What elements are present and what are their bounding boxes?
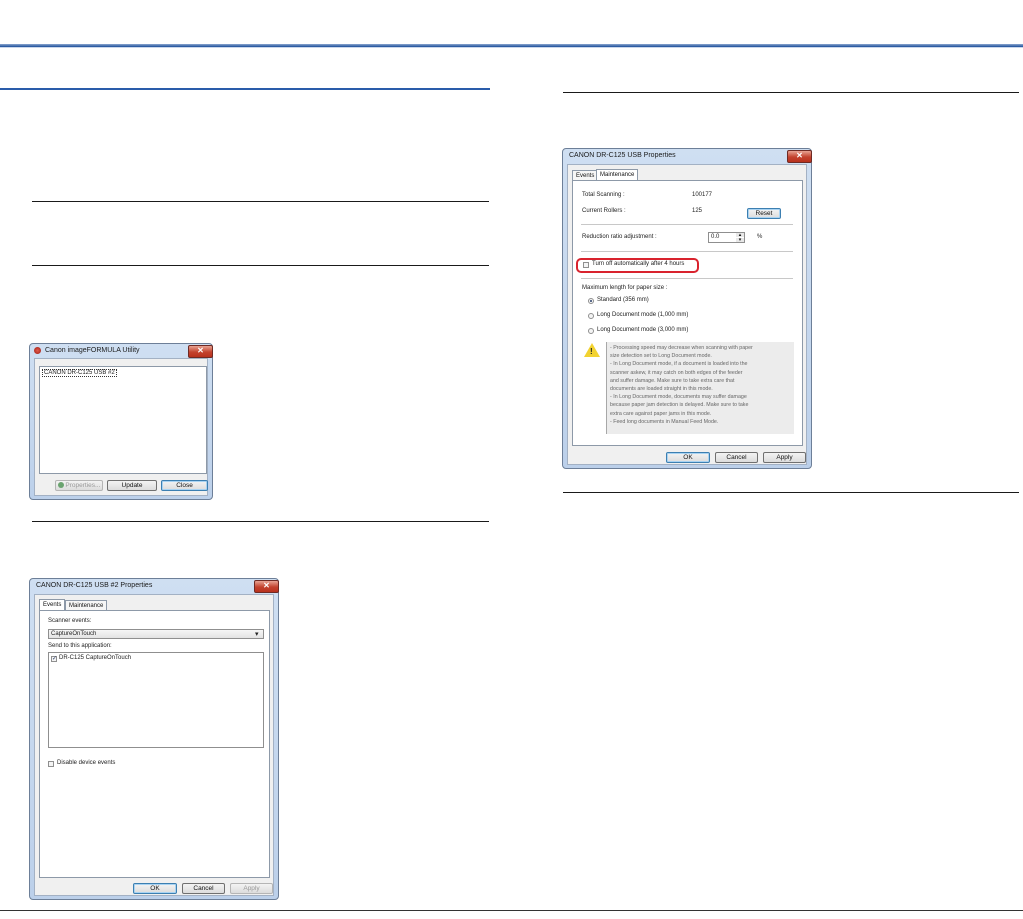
current-rollers-label: Current Rollers : (582, 208, 626, 214)
app-logo-icon (34, 347, 41, 354)
apply-button[interactable]: Apply (763, 452, 806, 463)
warning-line: - Processing speed may decrease when sca… (610, 345, 753, 351)
divider (563, 92, 1019, 93)
application-list[interactable]: ✓ DR-C125 CaptureOnTouch (48, 652, 264, 748)
current-rollers-value: 125 (692, 208, 703, 214)
ok-button[interactable]: OK (133, 883, 177, 894)
close-button[interactable]: Close (161, 480, 208, 491)
paper-option-label: Standard (356 mm) (597, 297, 649, 303)
warning-line: because paper jam detection is delayed. … (610, 402, 749, 409)
divider (563, 492, 1019, 493)
close-icon[interactable]: ✕ (787, 150, 812, 163)
tab-panel: Total Scanning : 100177 Current Rollers … (572, 180, 803, 446)
paper-option-label: Long Document mode (1,000 mm) (597, 312, 689, 318)
disable-events-label: Disable device events (57, 760, 116, 766)
events-properties-window: CANON DR-C125 USB #2 Properties ✕ Events… (29, 578, 279, 900)
close-icon[interactable]: ✕ (254, 580, 279, 593)
window-title: CANON DR-C125 USB #2 Properties (36, 582, 153, 589)
apply-button[interactable]: Apply (230, 883, 273, 894)
long-3000-radio[interactable] (588, 328, 594, 334)
warning-line: - Feed long documents in Manual Feed Mod… (610, 418, 719, 425)
ok-button[interactable]: OK (666, 452, 710, 463)
tab-maintenance[interactable]: Maintenance (596, 169, 639, 180)
page-header (0, 0, 1023, 44)
window-title: CANON DR-C125 USB Properties (569, 152, 676, 159)
reduction-spinbox[interactable]: 0.0 ▴ ▾ (708, 232, 745, 243)
warning-text: - Processing speed may decrease when sca… (610, 344, 753, 426)
divider (581, 278, 793, 279)
properties-icon (57, 482, 64, 488)
warning-line: extra care against paper jams in this mo… (610, 410, 712, 417)
dropdown-value: CaptureOnTouch (51, 631, 97, 637)
total-scanning-label: Total Scanning : (582, 192, 625, 198)
cancel-button[interactable]: Cancel (715, 452, 758, 463)
divider (32, 201, 489, 202)
tab-events[interactable]: Events (39, 599, 66, 610)
section-rule (0, 88, 490, 90)
properties-label: Properties... (65, 482, 101, 489)
header-rule-highlight (0, 47, 1023, 48)
divider (32, 521, 489, 522)
warning-text-box: - Processing speed may decrease when sca… (606, 342, 794, 434)
scanner-events-dropdown[interactable]: CaptureOnTouch ▾ (48, 629, 264, 639)
application-checkbox[interactable]: ✓ (51, 656, 57, 662)
update-button[interactable]: Update (107, 480, 157, 491)
maintenance-properties-window: CANON DR-C125 USB Properties ✕ Events Ma… (562, 148, 812, 469)
divider (581, 251, 793, 252)
warning-line: - In Long Document mode, documents may s… (610, 394, 747, 401)
utility-window: Canon imageFORMULA Utility ✕ CANON DR-C1… (29, 343, 213, 500)
spin-down-icon[interactable]: ▾ (736, 238, 744, 243)
total-scanning-value: 100177 (692, 192, 713, 198)
check-icon: ✓ (52, 656, 58, 662)
divider (32, 265, 489, 266)
reduction-label: Reduction ratio adjustment : (582, 234, 657, 240)
window-body: Events Maintenance Scanner events: Captu… (34, 594, 274, 896)
close-icon[interactable]: ✕ (188, 345, 213, 358)
send-to-label: Send to this application: (48, 643, 112, 649)
list-item[interactable]: CANON DR-C125 USB #2 (42, 369, 117, 377)
window-title: Canon imageFORMULA Utility (45, 347, 140, 354)
warning-line: - In Long Document mode, if a document i… (610, 361, 748, 368)
application-label: DR-C125 CaptureOnTouch (59, 655, 132, 661)
auto-off-label: Turn off automatically after 4 hours (592, 261, 685, 267)
warning-line: documents are loaded straight in this mo… (610, 386, 713, 393)
divider (581, 224, 793, 225)
window-body: CANON DR-C125 USB #2 Properties... Updat… (34, 358, 208, 496)
auto-off-checkbox[interactable] (583, 262, 589, 268)
warning-glyph: ! (590, 347, 593, 356)
tab-panel: Scanner events: CaptureOnTouch ▾ Send to… (39, 610, 270, 878)
standard-radio[interactable] (588, 298, 594, 304)
reduction-value: 0.0 (711, 234, 720, 240)
tab-maintenance[interactable]: Maintenance (65, 600, 108, 610)
long-1000-radio[interactable] (588, 313, 594, 319)
scanner-events-label: Scanner events: (48, 618, 92, 624)
warning-line: size detection set to Long Document mode… (610, 353, 712, 360)
paper-option-label: Long Document mode (3,000 mm) (597, 327, 689, 333)
reset-button[interactable]: Reset (747, 208, 781, 219)
device-list[interactable]: CANON DR-C125 USB #2 (39, 366, 207, 474)
footer-rule (0, 910, 1023, 911)
disable-events-checkbox[interactable] (48, 761, 54, 767)
max-length-label: Maximum length for paper size : (582, 285, 668, 291)
properties-button[interactable]: Properties... (55, 480, 103, 491)
window-body: Events Maintenance Total Scanning : 1001… (567, 164, 807, 465)
warning-line: and suffer damage. Make sure to take ext… (610, 377, 735, 384)
warning-line: scanner askew, it may catch on both edge… (610, 369, 743, 376)
cancel-button[interactable]: Cancel (182, 883, 225, 894)
chevron-down-icon: ▾ (255, 631, 259, 638)
reduction-unit: % (757, 234, 763, 240)
tab-events[interactable]: Events (572, 170, 599, 180)
